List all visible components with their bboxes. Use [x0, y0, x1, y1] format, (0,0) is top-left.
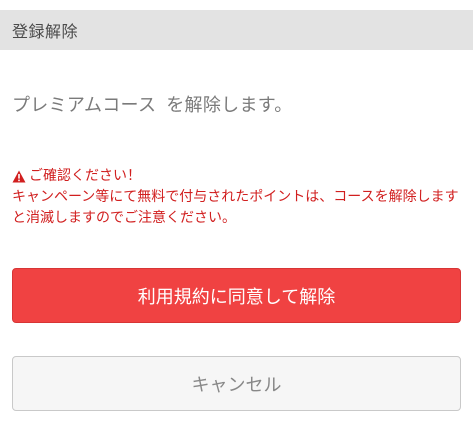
agree-and-cancel-label: 利用規約に同意して解除: [137, 286, 336, 308]
warning-body: キャンペーン等にて無料で付与されたポイントは、コースを解除しますと消滅しますので…: [12, 189, 459, 226]
cancel-label: キャンセル: [191, 374, 282, 396]
agree-and-cancel-button[interactable]: 利用規約に同意して解除: [12, 268, 461, 323]
cancel-message: プレミアムコース を解除します。: [12, 91, 293, 117]
warning-heading-row: ご確認ください！: [12, 166, 464, 187]
course-name: プレミアムコース: [12, 95, 157, 116]
page-title: 登録解除: [12, 22, 79, 41]
cancel-button[interactable]: キャンセル: [12, 356, 461, 411]
warning-notice: ご確認ください！ キャンペーン等にて無料で付与されたポイントは、コースを解除しま…: [12, 166, 464, 229]
cancel-subscription-page: 登録解除 プレミアムコース を解除します。 ご確認ください！ キャンペーン等にて無…: [0, 0, 473, 431]
warning-icon: [12, 170, 26, 183]
warning-heading: ご確認ください！: [29, 168, 141, 184]
cancel-message-text: を解除します。: [166, 95, 293, 116]
header-bar: 登録解除: [0, 10, 473, 50]
